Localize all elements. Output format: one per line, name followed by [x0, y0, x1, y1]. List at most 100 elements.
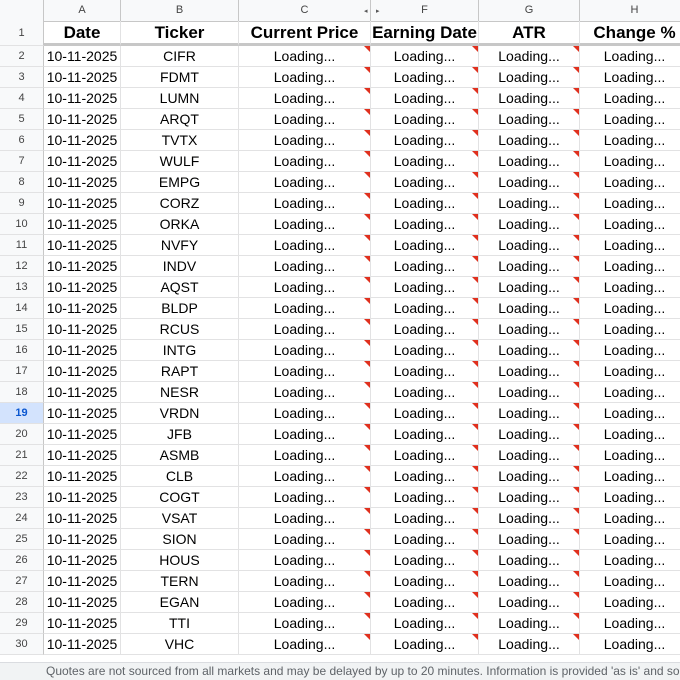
error-marker-icon[interactable]	[364, 235, 370, 241]
error-marker-icon[interactable]	[364, 466, 370, 472]
row-number[interactable]: 4	[0, 88, 44, 109]
current-price-cell[interactable]: Loading...	[239, 634, 371, 655]
error-marker-icon[interactable]	[472, 172, 478, 178]
earning-date-cell[interactable]: Loading...	[371, 613, 479, 634]
error-marker-icon[interactable]	[573, 403, 579, 409]
ticker-cell[interactable]: SION	[121, 529, 239, 550]
error-marker-icon[interactable]	[472, 613, 478, 619]
earning-date-cell[interactable]: Loading...	[371, 487, 479, 508]
date-cell[interactable]: 10-11-2025	[44, 403, 121, 424]
date-cell[interactable]: 10-11-2025	[44, 466, 121, 487]
ticker-cell[interactable]: EMPG	[121, 172, 239, 193]
ticker-cell[interactable]: EGAN	[121, 592, 239, 613]
error-marker-icon[interactable]	[364, 403, 370, 409]
date-cell[interactable]: 10-11-2025	[44, 214, 121, 235]
earning-date-cell[interactable]: Loading...	[371, 67, 479, 88]
atr-cell[interactable]: Loading...	[479, 298, 580, 319]
row-number[interactable]: 3	[0, 67, 44, 88]
error-marker-icon[interactable]	[364, 571, 370, 577]
atr-cell[interactable]: Loading...	[479, 172, 580, 193]
change-percent-cell[interactable]: Loading...	[580, 424, 680, 445]
error-marker-icon[interactable]	[573, 550, 579, 556]
atr-cell[interactable]: Loading...	[479, 235, 580, 256]
error-marker-icon[interactable]	[472, 88, 478, 94]
error-marker-icon[interactable]	[573, 571, 579, 577]
error-marker-icon[interactable]	[472, 634, 478, 640]
change-percent-cell[interactable]: Loading...	[580, 466, 680, 487]
error-marker-icon[interactable]	[573, 319, 579, 325]
error-marker-icon[interactable]	[472, 445, 478, 451]
current-price-cell[interactable]: Loading...	[239, 340, 371, 361]
current-price-cell[interactable]: Loading...	[239, 193, 371, 214]
date-cell[interactable]: 10-11-2025	[44, 235, 121, 256]
row-number[interactable]: 25	[0, 529, 44, 550]
current-price-cell[interactable]: Loading...	[239, 256, 371, 277]
atr-cell[interactable]: Loading...	[479, 46, 580, 67]
atr-cell[interactable]: Loading...	[479, 193, 580, 214]
earning-date-cell[interactable]: Loading...	[371, 172, 479, 193]
error-marker-icon[interactable]	[364, 151, 370, 157]
current-price-cell[interactable]: Loading...	[239, 46, 371, 67]
change-percent-cell[interactable]: Loading...	[580, 508, 680, 529]
earning-date-cell[interactable]: Loading...	[371, 151, 479, 172]
error-marker-icon[interactable]	[472, 487, 478, 493]
ticker-cell[interactable]: CIFR	[121, 46, 239, 67]
change-percent-cell[interactable]: Loading...	[580, 298, 680, 319]
change-percent-cell[interactable]: Loading...	[580, 403, 680, 424]
ticker-cell[interactable]: ORKA	[121, 214, 239, 235]
date-cell[interactable]: 10-11-2025	[44, 151, 121, 172]
atr-cell[interactable]: Loading...	[479, 130, 580, 151]
error-marker-icon[interactable]	[472, 214, 478, 220]
current-price-cell[interactable]: Loading...	[239, 361, 371, 382]
row-number[interactable]: 19	[0, 403, 44, 424]
error-marker-icon[interactable]	[573, 445, 579, 451]
date-cell[interactable]: 10-11-2025	[44, 67, 121, 88]
change-percent-cell[interactable]: Loading...	[580, 88, 680, 109]
ticker-cell[interactable]: VRDN	[121, 403, 239, 424]
error-marker-icon[interactable]	[573, 382, 579, 388]
earning-date-cell[interactable]: Loading...	[371, 571, 479, 592]
date-cell[interactable]: 10-11-2025	[44, 340, 121, 361]
date-cell[interactable]: 10-11-2025	[44, 571, 121, 592]
error-marker-icon[interactable]	[472, 109, 478, 115]
change-percent-cell[interactable]: Loading...	[580, 361, 680, 382]
atr-cell[interactable]: Loading...	[479, 382, 580, 403]
current-price-cell[interactable]: Loading...	[239, 235, 371, 256]
ticker-cell[interactable]: NESR	[121, 382, 239, 403]
current-price-cell[interactable]: Loading...	[239, 550, 371, 571]
earning-date-cell[interactable]: Loading...	[371, 88, 479, 109]
date-cell[interactable]: 10-11-2025	[44, 130, 121, 151]
error-marker-icon[interactable]	[364, 46, 370, 52]
atr-cell[interactable]: Loading...	[479, 403, 580, 424]
error-marker-icon[interactable]	[364, 592, 370, 598]
current-price-cell[interactable]: Loading...	[239, 88, 371, 109]
current-price-cell[interactable]: Loading...	[239, 403, 371, 424]
error-marker-icon[interactable]	[364, 172, 370, 178]
atr-cell[interactable]: Loading...	[479, 529, 580, 550]
change-percent-cell[interactable]: Loading...	[580, 214, 680, 235]
column-header-g[interactable]: G	[479, 0, 580, 21]
error-marker-icon[interactable]	[472, 319, 478, 325]
change-percent-cell[interactable]: Loading...	[580, 109, 680, 130]
ticker-cell[interactable]: CLB	[121, 466, 239, 487]
column-header-f[interactable]: F	[371, 0, 479, 21]
current-price-cell[interactable]: Loading...	[239, 67, 371, 88]
ticker-cell[interactable]: RCUS	[121, 319, 239, 340]
row-number[interactable]: 11	[0, 235, 44, 256]
error-marker-icon[interactable]	[364, 130, 370, 136]
change-percent-cell[interactable]: Loading...	[580, 529, 680, 550]
column-header-c[interactable]: C	[239, 0, 371, 21]
row-number[interactable]: 9	[0, 193, 44, 214]
earning-date-cell[interactable]: Loading...	[371, 508, 479, 529]
date-cell[interactable]: 10-11-2025	[44, 382, 121, 403]
current-price-cell[interactable]: Loading...	[239, 214, 371, 235]
current-price-cell[interactable]: Loading...	[239, 508, 371, 529]
error-marker-icon[interactable]	[472, 592, 478, 598]
date-cell[interactable]: 10-11-2025	[44, 550, 121, 571]
ticker-cell[interactable]: NVFY	[121, 235, 239, 256]
error-marker-icon[interactable]	[573, 172, 579, 178]
atr-cell[interactable]: Loading...	[479, 550, 580, 571]
error-marker-icon[interactable]	[472, 277, 478, 283]
earning-date-cell[interactable]: Loading...	[371, 235, 479, 256]
error-marker-icon[interactable]	[573, 88, 579, 94]
